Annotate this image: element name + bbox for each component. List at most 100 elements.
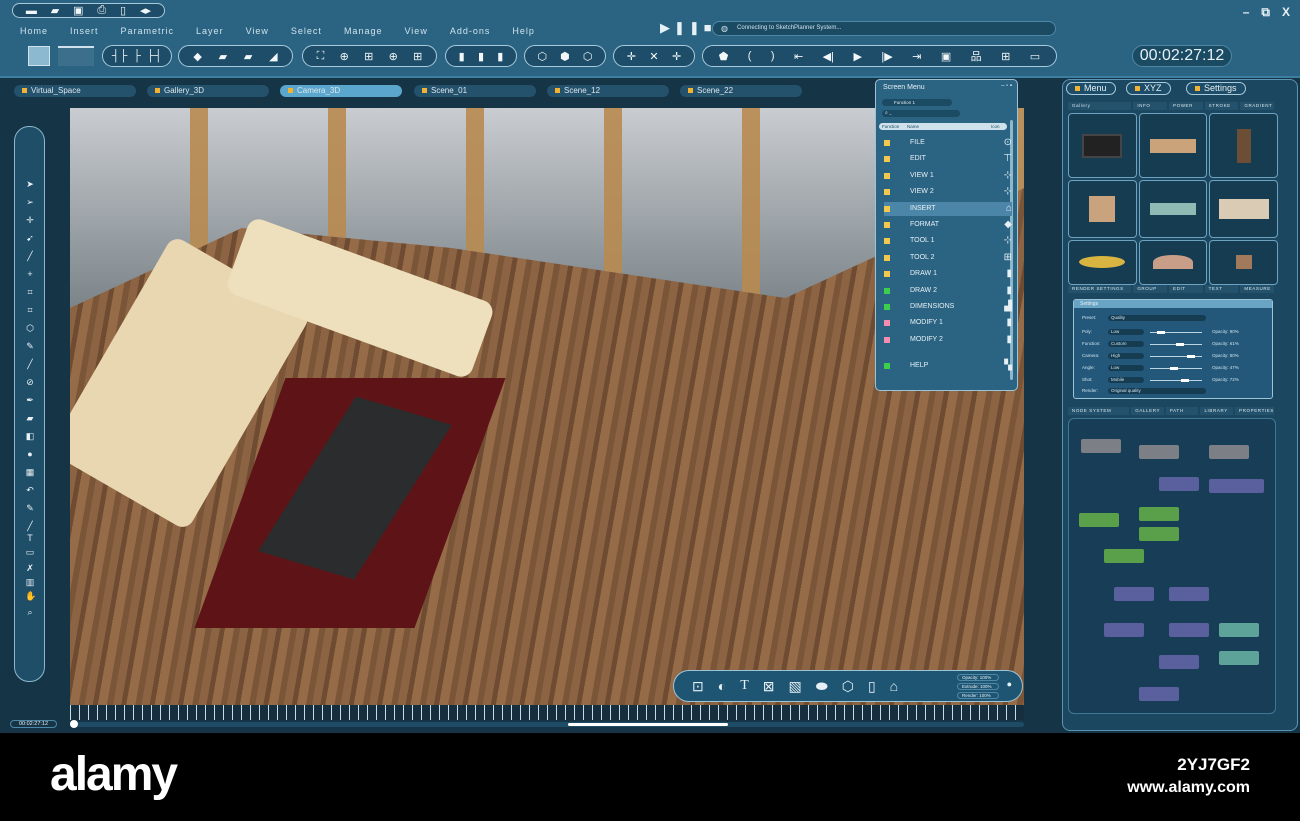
graph-node[interactable] (1139, 687, 1179, 701)
add-icon[interactable]: + (25, 269, 35, 279)
marker-icon[interactable]: ⬟ (719, 50, 729, 63)
menu-addons[interactable]: Add-ons (450, 26, 491, 36)
graph-node[interactable] (1219, 623, 1259, 637)
graph-node[interactable] (1139, 527, 1179, 541)
transform-icon[interactable]: ⊠ (763, 678, 775, 695)
close-button[interactable]: X (1282, 5, 1290, 20)
brush-icon[interactable]: ✎ (25, 341, 35, 352)
cube-icon[interactable]: ⬡ (842, 678, 854, 695)
setting-slider[interactable] (1150, 343, 1202, 346)
material-icon[interactable]: ◐ (718, 678, 726, 694)
pencil-icon[interactable]: ╱ (25, 359, 35, 370)
menu-item-help[interactable]: HELP ▚ (884, 359, 1012, 373)
slice-icon[interactable]: ⌗ (25, 305, 35, 316)
right-tab-settings[interactable]: Settings (1186, 82, 1246, 95)
opacity-field[interactable]: Opacity: 100% (957, 674, 999, 681)
menu-layer[interactable]: Layer (196, 26, 224, 36)
gallery-item-glass-table[interactable] (1138, 180, 1208, 238)
graph-node[interactable] (1114, 587, 1154, 601)
menu-manage[interactable]: Manage (344, 26, 383, 36)
graph-node[interactable] (1139, 507, 1179, 521)
pin-icon[interactable]: ✗ (25, 563, 35, 574)
setting-select[interactable]: High (1108, 353, 1144, 359)
setting-slider[interactable] (1150, 367, 1202, 370)
panel-controls[interactable]: – ▫ ▪ (1001, 83, 1012, 89)
lock-icon[interactable]: ⌂ (890, 678, 898, 694)
network-icon[interactable]: ⊞ (1001, 50, 1010, 63)
crop-icon[interactable]: ⌗ (25, 287, 35, 298)
cube-3-icon[interactable]: ⬡ (583, 50, 593, 63)
bar-text[interactable]: TEXT (1204, 285, 1239, 293)
setting-select[interactable]: Low (1108, 329, 1144, 335)
menu-item-format[interactable]: FORMAT ◆ (884, 218, 1012, 232)
setting-slider[interactable] (1150, 355, 1202, 358)
menu-select[interactable]: Select (291, 26, 322, 36)
graph-node[interactable] (1104, 549, 1144, 563)
snap-3-icon[interactable]: ⊕ (389, 50, 398, 63)
graph-node[interactable] (1169, 587, 1209, 601)
tab-virtual-space[interactable]: Virtual_Space (14, 85, 136, 97)
hand-icon[interactable]: ✋ (25, 591, 36, 602)
graph-node[interactable] (1224, 479, 1264, 493)
scrub-handle[interactable] (70, 720, 78, 728)
eraser-icon[interactable]: ▰ (219, 50, 227, 63)
text-icon[interactable]: T (740, 678, 749, 694)
snap-icon[interactable]: ⊕ (340, 50, 349, 63)
slider-thumb[interactable] (1169, 367, 1178, 370)
menu-item-file[interactable]: FILE ⊙ (884, 136, 1012, 150)
node-graph[interactable] (1068, 418, 1276, 714)
menu-item-draw-1[interactable]: DRAW 1 ▮ (884, 267, 1012, 281)
bar-gallery[interactable]: Gallery (1068, 102, 1132, 110)
rotate-icon[interactable]: ✛ (672, 50, 681, 63)
grid-icon[interactable]: ▦ (25, 467, 35, 478)
gallery-item-bar-stool[interactable] (1209, 113, 1278, 179)
group-icon[interactable]: ⊡ (692, 678, 704, 695)
cube-icon[interactable]: ⬡ (538, 50, 548, 63)
setting-select[interactable]: Mobile (1108, 377, 1144, 383)
open-icon[interactable]: ▰ (51, 4, 59, 17)
frame-icon[interactable]: ⛶ (317, 50, 325, 63)
cube-icon[interactable]: ⬡ (25, 323, 35, 334)
timeline-ruler[interactable] (70, 705, 1024, 720)
gallery-item-sectional-sofa[interactable] (1209, 180, 1278, 238)
lasso-icon[interactable]: ➹ (25, 233, 35, 244)
function-select[interactable]: Function 1 (882, 99, 952, 106)
menu-item-view-1[interactable]: VIEW 1 ⊹ (884, 169, 1012, 183)
menu-item-insert[interactable]: INSERT ⌂ (884, 201, 1012, 216)
line-2-icon[interactable]: ╱ (25, 521, 35, 532)
no-icon[interactable]: ⊘ (25, 377, 35, 388)
out-point-icon[interactable]: ) (771, 50, 775, 62)
gallery-item-ottoman[interactable] (1068, 239, 1137, 285)
pause-button[interactable]: ❚❚ (674, 20, 704, 35)
graph-node[interactable] (1219, 651, 1259, 665)
snap-2-icon[interactable]: ⊞ (364, 50, 373, 63)
link-icon[interactable]: ⬬ (816, 678, 828, 695)
bar-properties[interactable]: PROPERTIES (1235, 407, 1274, 415)
setting-slider[interactable] (1150, 379, 1202, 382)
pen-icon[interactable]: ✒ (25, 395, 35, 406)
setting-slider[interactable] (1150, 331, 1202, 334)
menu-item-edit[interactable]: EDIT ⊤ (884, 152, 1012, 166)
slider-thumb[interactable] (1156, 331, 1165, 334)
bar-node-system[interactable]: NODE SYSTEM (1068, 407, 1130, 415)
menu-insert[interactable]: Insert (70, 26, 99, 36)
gallery-item-stool[interactable] (1209, 239, 1278, 285)
page-2-icon[interactable]: ▮ (478, 50, 484, 63)
texture-icon[interactable]: ▧ (789, 678, 802, 695)
right-tab-menu[interactable]: Menu (1066, 82, 1116, 95)
menu-home[interactable]: Home (20, 26, 48, 36)
graph-node[interactable] (1081, 439, 1121, 453)
bar-stroke[interactable]: STROKE (1204, 102, 1239, 110)
direct-select-icon[interactable]: ➢ (25, 197, 35, 208)
play-icon[interactable]: ▶ (853, 50, 861, 63)
panel-icon[interactable]: ▯ (868, 678, 876, 695)
graph-node[interactable] (1139, 445, 1179, 459)
menu-item-modify-1[interactable]: MODIFY 1 ▮ (884, 316, 1012, 330)
tab-scene-01[interactable]: Scene_01 (414, 85, 536, 97)
search-input[interactable]: ⌕ ⌄ (882, 110, 960, 117)
eraser-2-icon[interactable]: ▰ (244, 50, 252, 63)
step-back-icon[interactable]: ◀| (823, 50, 834, 63)
graph-node[interactable] (1169, 623, 1209, 637)
tab-scene-22[interactable]: Scene_22 (680, 85, 802, 97)
graph-node[interactable] (1159, 655, 1199, 669)
